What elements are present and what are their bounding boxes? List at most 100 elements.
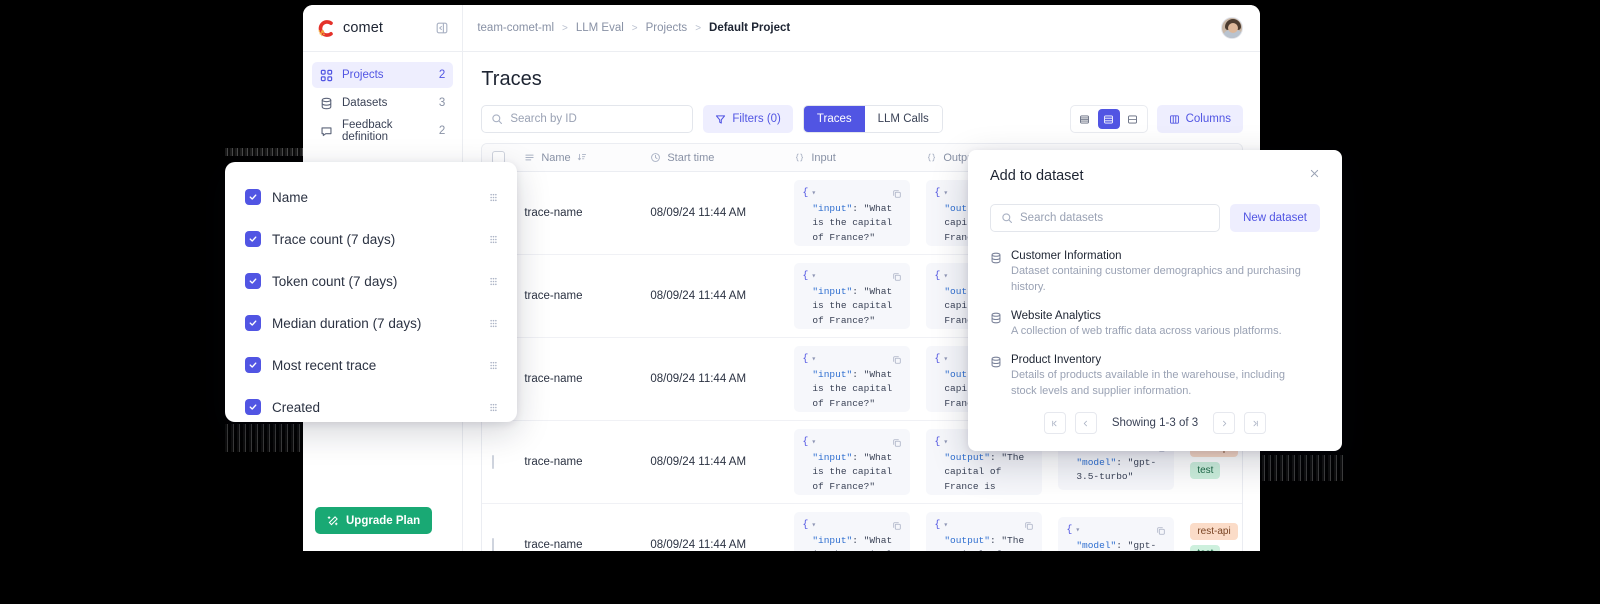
row-name-cell: trace-name [524,456,583,468]
panel-collapse-icon[interactable] [435,21,449,35]
row-start-time-cell: 08/09/24 11:44 AM [650,373,747,385]
close-icon[interactable] [1309,168,1320,179]
column-option-label: Created [272,399,321,415]
chevron-down-icon[interactable]: ▾ [943,438,948,447]
checkbox-checked-icon[interactable] [245,231,261,247]
drag-handle-icon[interactable] [488,402,499,413]
column-option-row[interactable]: Most recent trace [225,344,517,386]
dataset-list: Customer Information Dataset containing c… [990,250,1320,400]
row-input-cell: {▾ "input": "What is the capital of Franc… [784,172,916,254]
upgrade-plan-button[interactable]: Upgrade Plan [315,507,433,534]
dataset-list-item[interactable]: Customer Information Dataset containing c… [990,250,1320,296]
dataset-search-wrapper[interactable] [990,204,1221,232]
json-key: "input" [812,534,853,546]
row-checkbox-cell[interactable] [482,448,514,476]
sort-icon[interactable] [577,152,588,163]
filters-button[interactable]: Filters (0) [703,105,793,133]
columns-icon [1169,114,1180,125]
checkbox-checked-icon[interactable] [245,399,261,415]
column-option-row[interactable]: Token count (7 days) [225,260,517,302]
tag-chip[interactable]: test [1190,545,1221,551]
avatar[interactable] [1221,17,1243,39]
column-option-row[interactable]: Median duration (7 days) [225,302,517,344]
breadcrumb-item-workspace[interactable]: LLM Eval [576,22,624,34]
input-json[interactable]: {▾ "input": "What is the capital of Franc… [794,429,911,495]
toolbar-right: Columns [1069,105,1243,133]
tag-chip[interactable]: test [1190,462,1221,479]
copy-icon[interactable] [892,189,902,199]
dataset-name: Product Inventory [1011,353,1102,366]
dataset-list-item[interactable]: Product Inventory Details of products ava… [990,354,1320,400]
checkbox-icon[interactable] [492,455,495,469]
pagination-first-button[interactable] [1043,412,1066,434]
dataset-panel-header: Add to dataset [990,168,1320,184]
rows-medium-icon[interactable] [1097,109,1120,129]
chevron-down-icon[interactable]: ▾ [943,355,948,364]
drag-handle-icon[interactable] [488,318,499,329]
new-dataset-button[interactable]: New dataset [1230,204,1320,232]
rows-large-icon[interactable] [1122,109,1144,129]
breadcrumb-item-projects[interactable]: Projects [646,22,688,34]
pagination-next-button[interactable] [1213,412,1236,434]
column-option-row[interactable]: Name [225,176,517,218]
header-start-time[interactable]: Start time [640,152,784,164]
input-json[interactable]: {▾ "input": "What is the capital of Franc… [794,180,911,246]
table-row[interactable]: trace-name 08/09/24 11:44 AM {▾ "input": "W… [482,504,1243,551]
drag-handle-icon[interactable] [488,276,499,287]
tag-chip[interactable]: dev [1241,523,1243,540]
copy-icon[interactable] [892,438,902,448]
copy-icon[interactable] [1024,521,1034,531]
column-option-row[interactable]: Trace count (7 days) [225,218,517,260]
rows-small-icon[interactable] [1074,109,1096,129]
chevron-down-icon[interactable]: ▾ [943,272,948,281]
input-json[interactable]: {▾ "input": "What is the capital of Franc… [794,512,911,551]
dataset-search-input[interactable] [1020,212,1210,224]
checkbox-checked-icon[interactable] [245,189,261,205]
dataset-list-item[interactable]: Website Analytics A collection of web tra… [990,310,1320,340]
header-name[interactable]: Name [514,152,640,164]
drag-handle-icon[interactable] [488,360,499,371]
breadcrumb-item-team[interactable]: team-comet-ml [477,22,554,34]
search-input[interactable] [510,113,684,125]
sidebar-item-datasets[interactable]: Datasets 3 [312,90,453,116]
json-body: "model": "gpt-3.5-turbo" [1066,456,1166,485]
chevron-down-icon[interactable]: ▾ [1075,526,1080,535]
copy-icon[interactable] [892,272,902,282]
metadata-json[interactable]: {▾ "model": "gpt-3.5-turbo" [1058,517,1175,551]
sidebar-item-count: 2 [438,125,446,137]
chevron-down-icon[interactable]: ▾ [811,438,816,447]
columns-button[interactable]: Columns [1156,105,1243,133]
input-json[interactable]: {▾ "input": "What is the capital of Franc… [794,346,911,412]
input-json[interactable]: {▾ "input": "What is the capital of Franc… [794,263,911,329]
column-option-row[interactable]: Created [225,386,517,428]
sidebar-item-projects[interactable]: Projects 2 [312,62,454,88]
search-input-wrapper[interactable] [481,105,694,133]
pagination-last-button[interactable] [1244,412,1267,434]
header-input[interactable]: Input [784,152,916,164]
chevron-down-icon[interactable]: ▾ [811,521,816,530]
output-json[interactable]: {▾ "output": "The capital of France is Pa… [926,512,1043,551]
json-header: {▾ [802,435,902,451]
drag-handle-icon[interactable] [488,234,499,245]
tag-chip[interactable]: rest-api [1190,523,1238,540]
copy-icon[interactable] [892,521,902,531]
row-height-toggle [1069,105,1148,133]
tab-traces[interactable]: Traces [803,106,865,132]
chevron-down-icon[interactable]: ▾ [811,355,816,364]
copy-icon[interactable] [1156,526,1166,536]
chevron-down-icon[interactable]: ▾ [943,189,948,198]
chevron-down-icon[interactable]: ▾ [811,189,816,198]
drag-handle-icon[interactable] [488,192,499,203]
copy-icon[interactable] [892,355,902,365]
chevron-down-icon[interactable]: ▾ [811,272,816,281]
checkbox-checked-icon[interactable] [245,315,261,331]
chevron-down-icon[interactable]: ▾ [943,521,948,530]
row-checkbox-cell[interactable] [482,531,514,551]
json-open-brace: {▾ [934,520,949,531]
checkbox-checked-icon[interactable] [245,357,261,373]
pagination-prev-button[interactable] [1074,412,1097,434]
checkbox-checked-icon[interactable] [245,273,261,289]
tab-llm-calls[interactable]: LLM Calls [864,106,942,132]
checkbox-icon[interactable] [492,538,495,551]
sidebar-item-feedback-definition[interactable]: Feedback definition 2 [312,118,453,144]
